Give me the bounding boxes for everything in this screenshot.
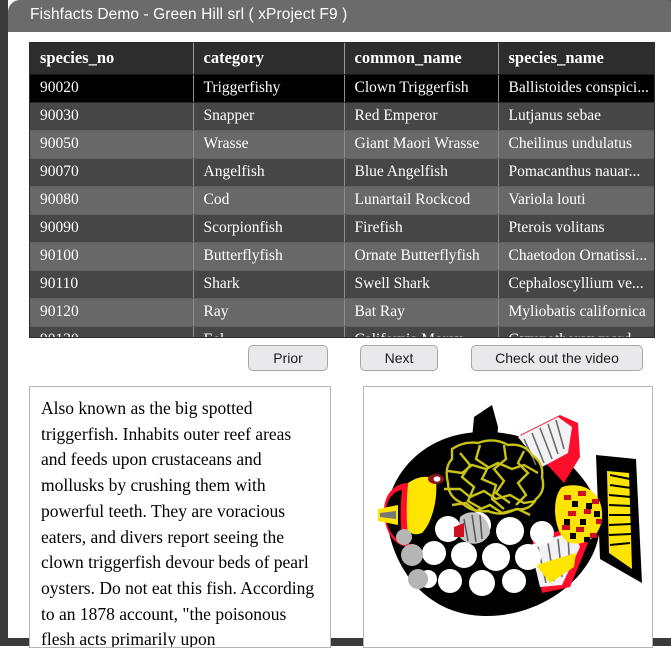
cell-species-no: 90120	[30, 298, 194, 327]
cell-category: Angelfish	[193, 158, 345, 187]
cell-species-no: 90070	[30, 158, 194, 187]
description-text: Also known as the big spotted triggerfis…	[41, 398, 315, 648]
table-row[interactable]: 90100 Butterflyfish Ornate Butterflyfish…	[30, 242, 654, 271]
cell-category: Triggerfishy	[193, 74, 345, 103]
title-bar: Fishfacts Demo - Green Hill srl ( xProje…	[8, 0, 671, 32]
cell-species-name: Cheilinus undulatus	[498, 130, 654, 159]
cell-common-name: Red Emperor	[344, 102, 499, 131]
cell-common-name: California Moray	[344, 326, 499, 337]
cell-common-name: Bat Ray	[344, 298, 499, 327]
clown-triggerfish-icon	[378, 405, 642, 617]
column-header-species-no[interactable]: species_no	[30, 43, 194, 75]
column-header-common-name[interactable]: common_name	[344, 43, 499, 75]
cell-category: Cod	[193, 186, 345, 215]
table-row[interactable]: 90030 Snapper Red Emperor Lutjanus sebae	[30, 102, 654, 131]
cell-species-name: Pomacanthus nauar...	[498, 158, 654, 187]
cell-species-no: 90080	[30, 186, 194, 215]
table-row[interactable]: 90080 Cod Lunartail Rockcod Variola lout…	[30, 186, 654, 215]
cell-category: Snapper	[193, 102, 345, 131]
column-header-category[interactable]: category	[193, 43, 345, 75]
cell-category: Wrasse	[193, 130, 345, 159]
cell-species-no: 90110	[30, 270, 194, 299]
cell-common-name: Firefish	[344, 214, 499, 243]
cell-common-name: Blue Angelfish	[344, 158, 499, 187]
table-row[interactable]: 90070 Angelfish Blue Angelfish Pomacanth…	[30, 158, 654, 187]
fish-image-panel	[363, 386, 653, 648]
table-row[interactable]: 90020 Triggerfishy Clown Triggerfish Bal…	[30, 74, 654, 103]
cell-common-name: Ornate Butterflyfish	[344, 242, 499, 271]
cell-species-name: Gymnothorax mord...	[498, 326, 654, 337]
cell-species-name: Variola louti	[498, 186, 654, 215]
cell-category: Ray	[193, 298, 345, 327]
cell-species-name: Chaetodon Ornatissi...	[498, 242, 654, 271]
cell-common-name: Lunartail Rockcod	[344, 186, 499, 215]
cell-species-no: 90090	[30, 214, 194, 243]
button-bar: Prior Next Check out the video	[16, 345, 671, 375]
table-row[interactable]: 90120 Ray Bat Ray Myliobatis californica	[30, 298, 654, 327]
cell-species-no: 90030	[30, 102, 194, 131]
client-area: species_no category common_name species_…	[16, 32, 671, 648]
table-row[interactable]: 90090 Scorpionfish Firefish Pterois voli…	[30, 214, 654, 243]
cell-category: Scorpionfish	[193, 214, 345, 243]
description-panel[interactable]: Also known as the big spotted triggerfis…	[29, 386, 331, 648]
prior-button[interactable]: Prior	[248, 345, 328, 371]
table-row[interactable]: 90130 Eel California Moray Gymnothorax m…	[30, 326, 654, 337]
species-table: species_no category common_name species_…	[30, 43, 654, 337]
table-row[interactable]: 90050 Wrasse Giant Maori Wrasse Cheilinu…	[30, 130, 654, 159]
cell-category: Butterflyfish	[193, 242, 345, 271]
cell-species-name: Myliobatis californica	[498, 298, 654, 327]
cell-species-name: Cephaloscyllium ve...	[498, 270, 654, 299]
cell-species-no: 90050	[30, 130, 194, 159]
cell-species-name: Lutjanus sebae	[498, 102, 654, 131]
cell-common-name: Clown Triggerfish	[344, 74, 499, 103]
cell-common-name: Swell Shark	[344, 270, 499, 299]
application-window: Fishfacts Demo - Green Hill srl ( xProje…	[0, 0, 671, 648]
cell-category: Shark	[193, 270, 345, 299]
cell-common-name: Giant Maori Wrasse	[344, 130, 499, 159]
cell-species-no: 90020	[30, 74, 194, 103]
table-row[interactable]: 90110 Shark Swell Shark Cephaloscyllium …	[30, 270, 654, 299]
cell-species-no: 90100	[30, 242, 194, 271]
check-out-the-video-button[interactable]: Check out the video	[471, 345, 643, 371]
next-button[interactable]: Next	[360, 345, 438, 371]
cell-category: Eel	[193, 326, 345, 337]
species-grid[interactable]: species_no category common_name species_…	[29, 42, 655, 338]
cell-species-name: Pterois volitans	[498, 214, 654, 243]
table-header-row: species_no category common_name species_…	[30, 43, 654, 75]
cell-species-no: 90130	[30, 326, 194, 337]
window-title: Fishfacts Demo - Green Hill srl ( xProje…	[30, 6, 348, 23]
cell-species-name: Ballistoides conspici...	[498, 74, 654, 103]
column-header-species-name[interactable]: species_name	[498, 43, 654, 75]
